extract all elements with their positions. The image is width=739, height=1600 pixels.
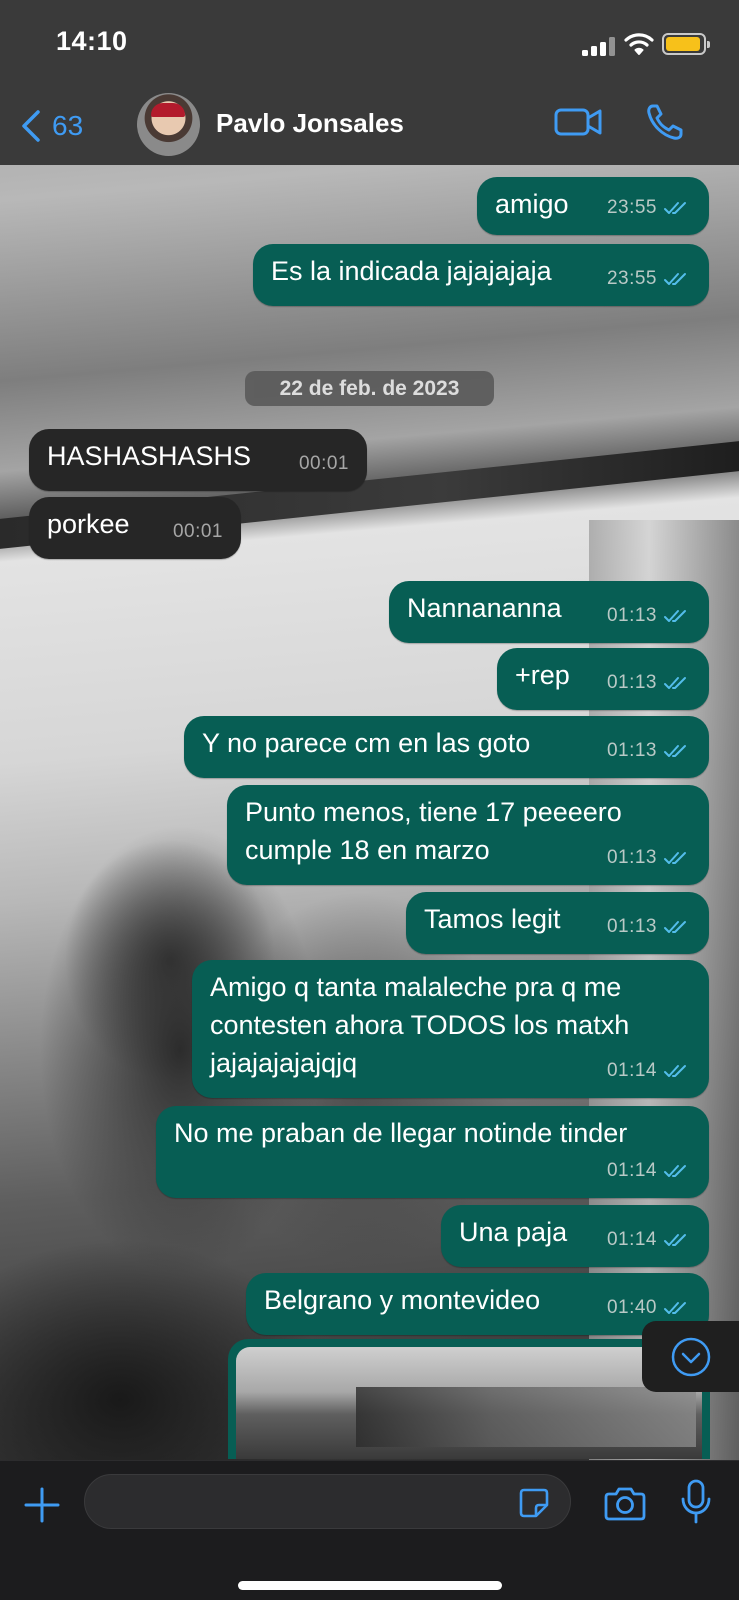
scroll-to-bottom-button[interactable] (642, 1321, 739, 1392)
back-button[interactable]: 63 (20, 106, 83, 146)
status-bar: 14:10 (0, 0, 739, 90)
message-time: 00:01 (298, 453, 349, 474)
message-time: 01:14 (606, 1229, 657, 1250)
date-separator: 22 de feb. de 2023 (245, 371, 494, 406)
battery-icon (662, 33, 710, 55)
read-receipt-icon (664, 1302, 686, 1314)
read-receipt-icon (664, 610, 686, 622)
message-bubble-incoming[interactable]: HASHASHASHS 00:01 (29, 429, 367, 491)
message-bubble-outgoing[interactable]: Tamos legit 01:13 (406, 892, 709, 954)
plus-icon[interactable] (22, 1485, 62, 1525)
home-indicator (238, 1581, 502, 1590)
message-bubble-outgoing[interactable]: Amigo q tanta malaleche pra q me contest… (192, 960, 709, 1098)
cellular-signal-icon (582, 36, 616, 56)
message-time: 01:14 (606, 1160, 657, 1181)
message-photo[interactable] (236, 1347, 702, 1459)
unread-count: 63 (52, 110, 84, 141)
message-bubble-outgoing[interactable]: Belgrano y montevideo 01:40 (246, 1273, 709, 1335)
message-bubble-outgoing[interactable]: Es la indicada jajajajaja 23:55 (253, 244, 709, 306)
camera-icon[interactable] (604, 1485, 646, 1521)
read-receipt-icon (664, 852, 686, 864)
message-composer (0, 1460, 739, 1600)
chevron-down-icon (671, 1337, 711, 1377)
message-time: 00:01 (172, 521, 223, 542)
video-call-icon[interactable] (554, 104, 604, 140)
chat-header: 63 Pavlo Jonsales (0, 90, 739, 165)
message-time: 01:13 (606, 916, 657, 937)
message-bubble-outgoing[interactable]: +rep 01:13 (497, 648, 709, 710)
status-time: 14:10 (56, 26, 128, 56)
message-bubble-outgoing[interactable]: No me praban de llegar notinde tinder 01… (156, 1106, 709, 1198)
message-bubble-incoming[interactable]: porkee 00:01 (29, 497, 241, 559)
message-bubble-outgoing[interactable]: Una paja 01:14 (441, 1205, 709, 1267)
message-bubble-outgoing[interactable]: Nannananna 01:13 (389, 581, 709, 643)
message-time: 23:55 (606, 197, 657, 218)
read-receipt-icon (664, 677, 686, 689)
sticker-icon[interactable] (518, 1487, 550, 1519)
message-text: No me praban de llegar notinde tinder (174, 1118, 628, 1148)
message-time: 01:13 (606, 740, 657, 761)
image-message[interactable] (228, 1339, 710, 1459)
contact-name[interactable]: Pavlo Jonsales (216, 108, 404, 139)
message-time: 01:13 (606, 672, 657, 693)
phone-icon[interactable] (645, 102, 685, 142)
message-bubble-outgoing[interactable]: Punto menos, tiene 17 peeeero cumple 18 … (227, 785, 709, 885)
message-time: 23:55 (606, 268, 657, 289)
read-receipt-icon (664, 202, 686, 214)
read-receipt-icon (664, 273, 686, 285)
message-bubble-outgoing[interactable]: Y no parece cm en las goto 01:13 (184, 716, 709, 778)
message-time: 01:14 (606, 1060, 657, 1081)
message-time: 01:13 (606, 605, 657, 626)
read-receipt-icon (664, 1165, 686, 1177)
message-bubble-outgoing[interactable]: amigo 23:55 (477, 177, 709, 235)
microphone-icon[interactable] (680, 1479, 712, 1525)
read-receipt-icon (664, 745, 686, 757)
message-input[interactable] (84, 1474, 571, 1529)
read-receipt-icon (664, 1234, 686, 1246)
avatar[interactable] (137, 93, 200, 156)
read-receipt-icon (664, 921, 686, 933)
read-receipt-icon (664, 1065, 686, 1077)
wifi-icon (624, 33, 654, 55)
message-time: 01:13 (606, 847, 657, 868)
back-chevron-icon (22, 110, 40, 142)
